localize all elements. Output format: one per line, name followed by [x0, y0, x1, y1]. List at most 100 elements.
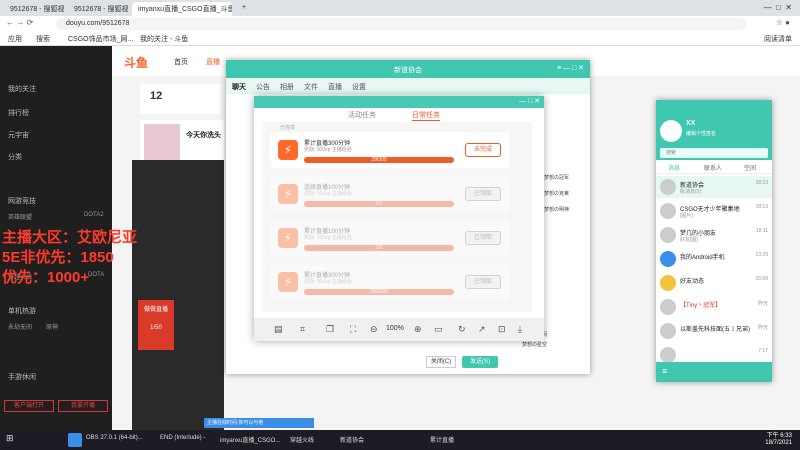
douyu-logo[interactable]: 斗鱼 — [124, 54, 148, 71]
url-field[interactable]: douyu.com/9512678 — [56, 18, 746, 30]
zoom-in-icon[interactable]: ⊕ — [414, 324, 422, 335]
taskbar-app[interactable]: 新道协会 — [340, 435, 364, 444]
crop2-icon[interactable]: ⊡ — [498, 324, 506, 335]
download-icon[interactable]: ⤓ — [518, 324, 522, 335]
overlay-server: 主播大区：艾欧尼亚 — [2, 229, 138, 246]
bookmark-item[interactable]: 我的关注 - 斗鱼 — [140, 34, 188, 44]
zoom-out-icon[interactable]: ⊖ — [370, 324, 378, 335]
chest-widget[interactable]: 做做直播 1/50 — [138, 300, 174, 350]
list-item[interactable]: CSGO无才少年聚集地 [图片] 18:13 — [656, 200, 772, 222]
task-progress: 300/300 — [304, 289, 454, 295]
list-item[interactable]: 以斯盖先科技面(五丨兄弟) 昨天 — [656, 320, 772, 342]
qq-username: XX — [686, 120, 696, 127]
close-button[interactable]: 关闭(C) — [426, 356, 456, 368]
new-tab-button[interactable]: + — [236, 2, 266, 16]
tab-album[interactable]: 相册 — [280, 82, 294, 92]
profile-icon[interactable]: ☆ ● — [776, 18, 790, 27]
game-link[interactable]: DOTA2 — [84, 212, 104, 218]
task-item: ⚡ 连续直播100分钟 奖励: 100xp 主播经验 1/1 已领取 — [270, 176, 510, 212]
fit-icon[interactable]: ⛶ — [350, 324, 356, 335]
search-input[interactable]: 搜索 — [660, 148, 768, 158]
layout-icon[interactable]: ▤ — [274, 324, 283, 335]
taskbar-app[interactable]: 累计直播 — [430, 435, 454, 444]
windows-start-icon[interactable]: ⊞ — [6, 433, 14, 444]
tab-daily-tasks[interactable]: 日常任务 — [412, 110, 440, 121]
tab-notice[interactable]: 公告 — [256, 82, 270, 92]
copy-icon[interactable]: ❐ — [326, 324, 334, 335]
bookmark-apps[interactable]: 应用 — [8, 34, 22, 44]
open-client-button[interactable]: 客户端打开 — [4, 400, 54, 412]
game-link[interactable]: 原神 — [46, 322, 58, 331]
qq-tabs: 消息 联系人 空间 — [656, 160, 772, 174]
nav-live[interactable]: 直播 — [206, 57, 220, 67]
tab-messages[interactable]: 消息 — [668, 163, 680, 172]
nav-meta[interactable]: 元宇宙 — [8, 130, 29, 140]
nav-follow[interactable]: 我的关注 — [8, 84, 36, 94]
game-link[interactable]: DOTA — [88, 272, 104, 278]
tab-activity-tasks[interactable]: 活动任务 — [348, 110, 376, 120]
task-status-button[interactable]: 已领取 — [465, 231, 501, 245]
edge-icon[interactable] — [68, 433, 82, 447]
browser-tab[interactable]: 9512678 - 搜狐视频 - 斗鱼直播 — [68, 2, 128, 16]
task-progress: 1/1 — [304, 245, 454, 251]
popup-tabs: 活动任务 日常任务 — [254, 108, 544, 122]
avatar[interactable] — [660, 120, 682, 142]
game-link[interactable]: 英雄联盟 — [8, 212, 32, 221]
member-item[interactable]: 梦想の明神 — [544, 202, 588, 218]
list-item-time: 13:29 — [755, 252, 768, 258]
qq-signature[interactable]: 编辑个性签名 — [686, 130, 716, 137]
list-item-time: 18:23 — [755, 180, 768, 186]
game-link[interactable]: 永劫无间 — [8, 322, 32, 331]
tab-chat[interactable]: 聊天 — [232, 82, 246, 92]
task-status-button[interactable]: 已领取 — [465, 275, 501, 289]
system-clock[interactable]: 下午 6:33 18/7/2021 — [765, 433, 792, 447]
taskbar-app[interactable]: OBS 27.0.1 (64-bit)... — [86, 435, 143, 441]
list-item[interactable]: 【Tiny丶冠军】 昨天 — [656, 296, 772, 318]
popup-window-controls[interactable]: — □ ✕ — [519, 97, 540, 105]
tab-space[interactable]: 空间 — [744, 163, 756, 172]
list-item-msg: 好友[图] — [680, 237, 698, 243]
windows-taskbar: ⊞ OBS 27.0.1 (64-bit)... END (Interlude)… — [0, 430, 800, 450]
taskbar-app[interactable]: END (Interlude) - — [160, 435, 205, 441]
browser-tab-active[interactable]: imyanxu直播_CSGO直播_斗鱼 — [132, 2, 232, 16]
crop-icon[interactable]: ⌗ — [300, 324, 305, 335]
section-mobile-games: 手游休闲 — [8, 374, 36, 381]
nav-home[interactable]: 首页 — [174, 57, 188, 67]
tab-settings[interactable]: 设置 — [352, 82, 366, 92]
list-item-time: 15:08 — [755, 276, 768, 282]
list-item[interactable]: 新道协会 新消息(2) 18:23 — [656, 176, 772, 198]
window-controls[interactable]: — □ ✕ — [764, 3, 792, 12]
list-item-name: 我的Android手机 — [680, 255, 725, 261]
promo-thumbnail — [144, 124, 180, 160]
nav-buttons[interactable]: ← → ⟳ — [6, 18, 33, 27]
member-item[interactable]: 梦想の冠军 — [544, 170, 588, 186]
share-icon[interactable]: ↗ — [478, 324, 486, 335]
bookmark-item[interactable]: 搜索 — [36, 34, 50, 44]
avatar — [660, 179, 676, 195]
reading-list[interactable]: 阅读清单 — [764, 34, 792, 44]
task-status-button[interactable]: 未完成 — [465, 143, 501, 157]
member-item[interactable]: 梦想の星空 — [522, 340, 588, 350]
rotate-icon[interactable]: ↻ — [458, 324, 466, 335]
task-status-button[interactable]: 已领取 — [465, 187, 501, 201]
list-item[interactable]: 好友动态 15:08 — [656, 272, 772, 294]
avatar — [660, 203, 676, 219]
menu-icon[interactable]: ≡ — [662, 366, 667, 376]
nav-rank[interactable]: 排行榜 — [8, 108, 29, 118]
send-button[interactable]: 发送(S) — [462, 356, 498, 368]
fullscreen-icon[interactable]: ▭ — [434, 324, 443, 335]
tab-contacts[interactable]: 联系人 — [704, 163, 722, 172]
tab-live[interactable]: 直播 — [328, 82, 342, 92]
member-item[interactable]: 梦想の克莱 — [544, 186, 588, 202]
chat-window-controls[interactable]: ≡ — □ ✕ — [557, 64, 584, 72]
bookmark-item[interactable]: CSGO饰品市场_网... — [68, 34, 133, 44]
taskbar-app[interactable]: 穿越火线 — [290, 435, 314, 444]
tab-files[interactable]: 文件 — [304, 82, 318, 92]
taskbar-app[interactable]: imyanxu直播_CSGO... — [220, 435, 280, 444]
nav-category[interactable]: 分类 — [8, 152, 22, 162]
avatar — [660, 227, 676, 243]
start-stream-button[interactable]: 我要开播 — [58, 400, 108, 412]
list-item[interactable]: 我的Android手机 13:29 — [656, 248, 772, 270]
browser-tab[interactable]: 9512678 - 搜狐视频 - 斗鱼直播 — [4, 2, 64, 16]
list-item[interactable]: 梦几的小朋友 好友[图] 18:11 — [656, 224, 772, 246]
